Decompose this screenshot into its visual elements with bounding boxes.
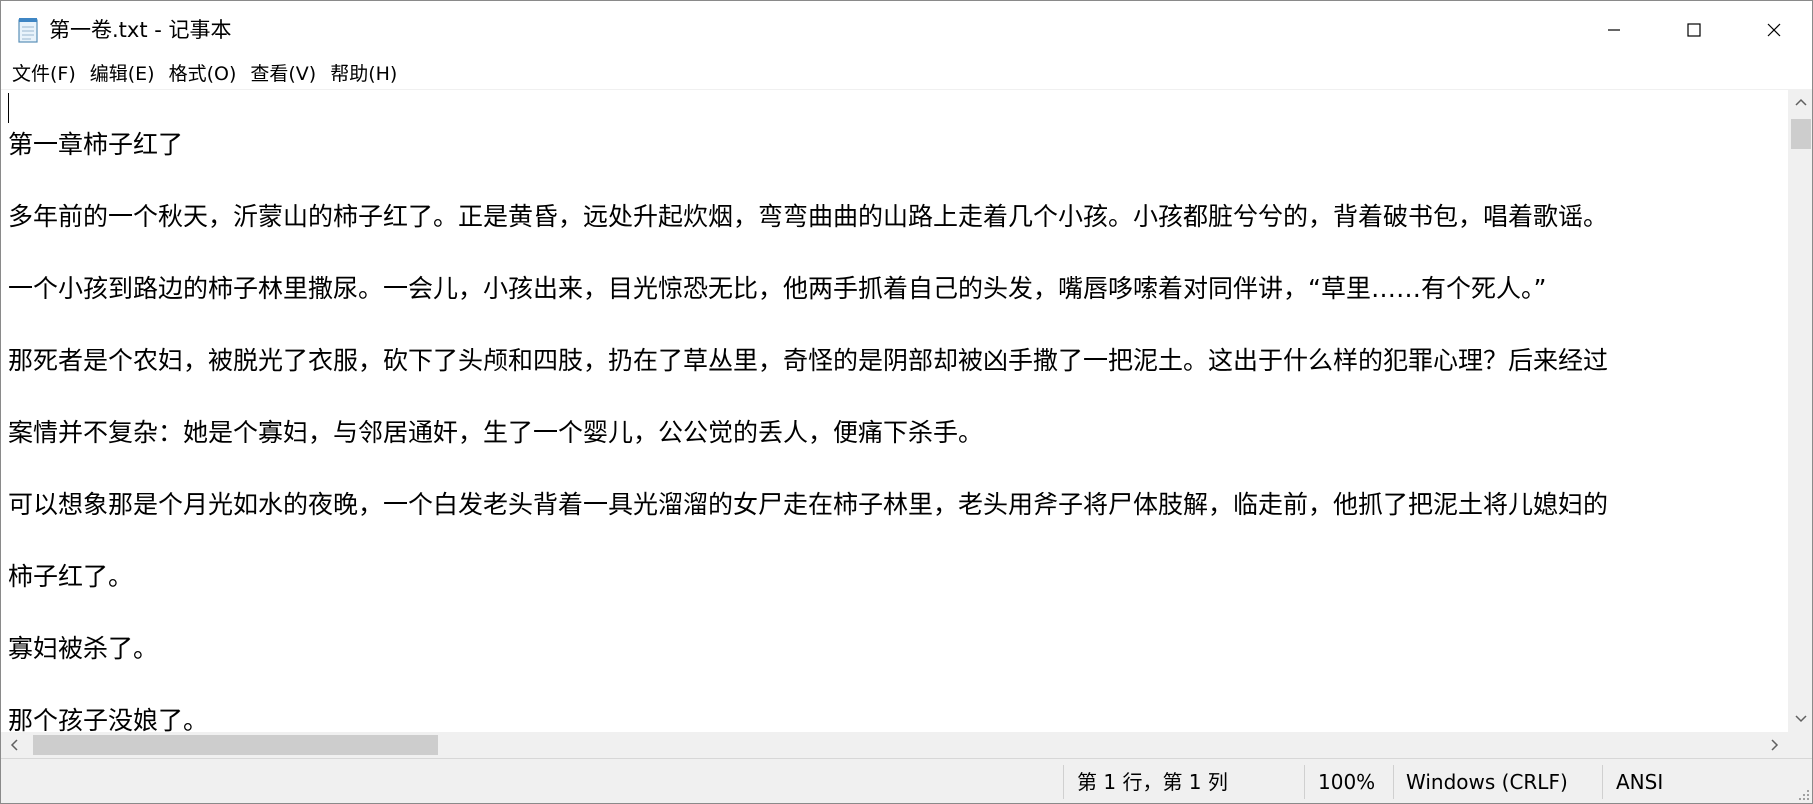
menu-file[interactable]: 文件(F) — [5, 61, 83, 87]
text-line: 可以想象那是个月光如水的夜晚，一个白发老头背着一具光溜溜的女尸走在柿子林里，老头… — [8, 490, 1609, 519]
status-line-ending: Windows (CRLF) — [1406, 770, 1568, 794]
minimize-icon — [1608, 29, 1620, 31]
title-bar[interactable]: 第一卷.txt - 记事本 — [1, 1, 1812, 59]
notepad-window: 第一卷.txt - 记事本 文件(F) 编辑(E) 格式(O) 查看(V) 帮助… — [0, 0, 1813, 804]
menu-help[interactable]: 帮助(H) — [323, 61, 404, 87]
chevron-left-icon — [10, 739, 18, 751]
chevron-down-icon — [1795, 715, 1807, 723]
horizontal-scrollbar[interactable] — [1, 732, 1788, 758]
text-editor[interactable]: 第一章柿子红了 多年前的一个秋天，沂蒙山的柿子红了。正是黄昏，远处升起炊烟，弯弯… — [1, 89, 1788, 733]
status-cursor-position: 第 1 行，第 1 列 — [1077, 770, 1228, 794]
chevron-up-icon — [1795, 98, 1807, 106]
text-line: 那死者是个农妇，被脱光了衣服，砍下了头颅和四肢，扔在了草丛里，奇怪的是阴部却被凶… — [8, 346, 1609, 375]
text-line: 寡妇被杀了。 — [8, 634, 159, 663]
text-line: 柿子红了。 — [8, 562, 134, 591]
text-caret — [8, 93, 9, 123]
scrollbar-corner — [1788, 732, 1812, 758]
close-icon — [1767, 23, 1781, 37]
status-separator — [1063, 765, 1064, 799]
vertical-scrollbar[interactable] — [1788, 89, 1812, 732]
notepad-icon — [18, 18, 38, 43]
maximize-button[interactable] — [1654, 1, 1734, 59]
text-line: 第一章柿子红了 — [8, 130, 184, 159]
menu-view[interactable]: 查看(V) — [243, 61, 323, 87]
text-line: 案情并不复杂：她是个寡妇，与邻居通奸，生了一个婴儿，公公觉的丢人，便痛下杀手。 — [8, 418, 984, 447]
menu-bar: 文件(F) 编辑(E) 格式(O) 查看(V) 帮助(H) — [1, 59, 1812, 89]
status-bar: 第 1 行，第 1 列 100% Windows (CRLF) ANSI — [1, 758, 1812, 803]
text-line: 那个孩子没娘了。 — [8, 706, 209, 733]
text-line: 一个小孩到路边的柿子林里撒尿。一会儿，小孩出来，目光惊恐无比，他两手抓着自己的头… — [8, 274, 1547, 303]
status-encoding: ANSI — [1616, 770, 1664, 794]
chevron-right-icon — [1771, 739, 1779, 751]
status-separator — [1602, 765, 1603, 799]
horizontal-scroll-thumb[interactable] — [33, 735, 438, 755]
scroll-left-button[interactable] — [1, 732, 27, 758]
menu-edit[interactable]: 编辑(E) — [83, 61, 162, 87]
minimize-button[interactable] — [1574, 1, 1654, 59]
text-line: 多年前的一个秋天，沂蒙山的柿子红了。正是黄昏，远处升起炊烟，弯弯曲曲的山路上走着… — [8, 202, 1609, 231]
status-separator — [1304, 765, 1305, 799]
scroll-down-button[interactable] — [1788, 706, 1812, 732]
scroll-right-button[interactable] — [1762, 732, 1788, 758]
resize-grip-icon[interactable] — [1797, 788, 1811, 802]
close-button[interactable] — [1734, 1, 1812, 59]
maximize-icon — [1687, 23, 1701, 37]
menu-format[interactable]: 格式(O) — [162, 61, 244, 87]
scroll-up-button[interactable] — [1788, 89, 1812, 115]
status-separator — [1393, 765, 1394, 799]
document-text: 第一章柿子红了 多年前的一个秋天，沂蒙山的柿子红了。正是黄昏，远处升起炊烟，弯弯… — [8, 130, 1788, 733]
status-zoom: 100% — [1318, 770, 1376, 794]
window-title: 第一卷.txt - 记事本 — [49, 18, 232, 42]
vertical-scroll-thumb[interactable] — [1791, 119, 1811, 149]
